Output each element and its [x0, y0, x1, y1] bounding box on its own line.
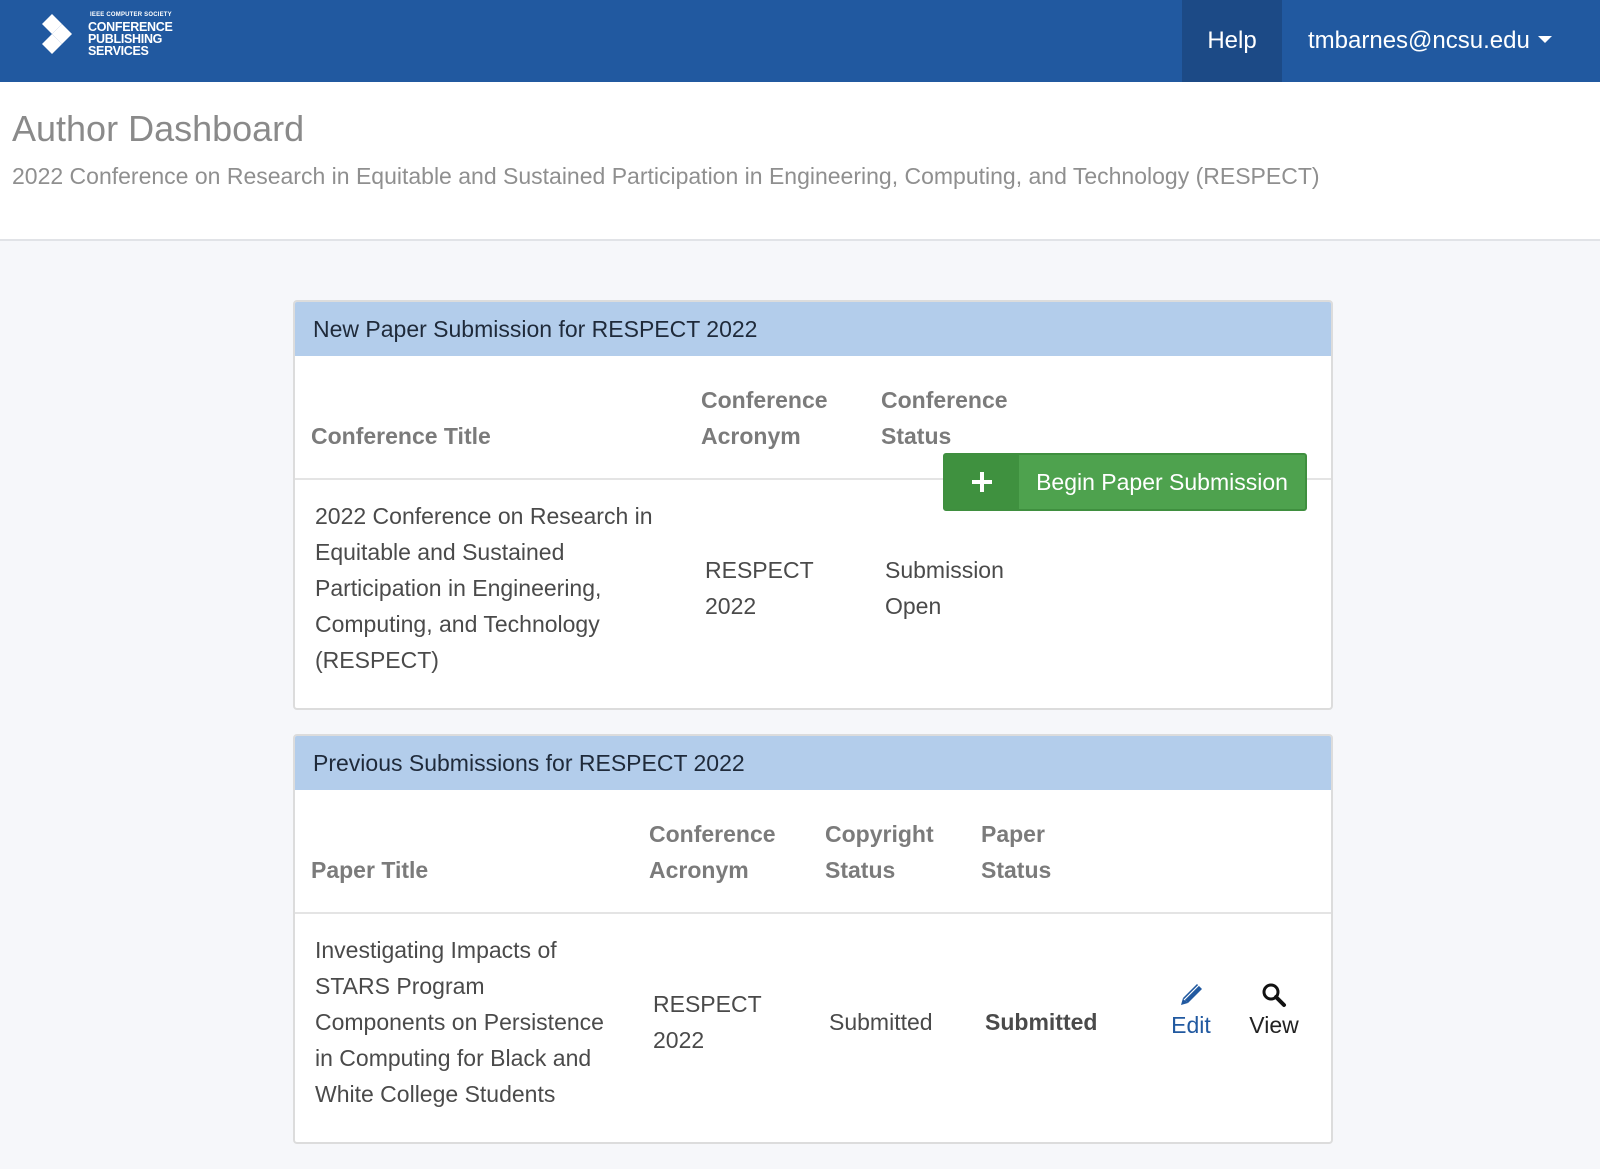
page-title: Author Dashboard — [12, 108, 305, 149]
top-navbar: IEEE COMPUTER SOCIETY CONFERENCE PUBLISH… — [0, 0, 1600, 82]
conference-title-line5: (RESPECT) — [315, 647, 439, 673]
col-header-acronym-line1: Conference — [649, 821, 776, 847]
header-divider — [295, 912, 1331, 914]
col-header-copyright-line1: Copyright — [825, 821, 934, 847]
help-link[interactable]: Help — [1182, 0, 1282, 82]
paper-status-value: Submitted — [985, 1009, 1098, 1035]
previous-submissions-card: Previous Submissions for RESPECT 2022 Pa… — [293, 734, 1333, 1144]
conference-acronym-line2: 2022 — [705, 593, 757, 619]
col-header-paper-title: Paper Title — [311, 857, 429, 883]
logo-society-text: IEEE COMPUTER SOCIETY — [90, 12, 172, 18]
conference-status-line2: Open — [885, 593, 942, 619]
col-header-conference-title: Conference Title — [311, 423, 491, 449]
caret-down-icon — [1537, 35, 1552, 43]
magnifier-icon — [1262, 983, 1286, 1007]
col-header-status-line2: Status — [881, 423, 952, 449]
edit-label: Edit — [1171, 1012, 1211, 1038]
cps-logo[interactable]: IEEE COMPUTER SOCIETY CONFERENCE PUBLISH… — [40, 10, 200, 60]
plus-icon — [945, 455, 1019, 509]
page-header: Author Dashboard 2022 Conference on Rese… — [0, 82, 1600, 241]
logo-line-3: SERVICES — [88, 44, 149, 58]
col-header-paper-status-line2: Status — [981, 857, 1052, 883]
paper-acronym-line2: 2022 — [653, 1027, 705, 1053]
user-email: tmbarnes@ncsu.edu — [1308, 27, 1530, 54]
conference-title-line3: Participation in Engineering, — [315, 575, 602, 601]
paper-title-line4: in Computing for Black and — [315, 1045, 592, 1071]
copyright-status-value: Submitted — [829, 1009, 933, 1035]
new-submission-heading: New Paper Submission for RESPECT 2022 — [295, 302, 1331, 356]
conference-subtitle: 2022 Conference on Research in Equitable… — [12, 163, 1320, 189]
col-header-copyright-line2: Status — [825, 857, 896, 883]
view-label: View — [1249, 1012, 1299, 1038]
col-header-paper-status-line1: Paper — [981, 821, 1045, 847]
diamond-logo-icon — [42, 14, 72, 54]
col-header-status-line1: Conference — [881, 387, 1008, 413]
paper-title-line1: Investigating Impacts of — [315, 937, 557, 963]
begin-submission-label: Begin Paper Submission — [1036, 468, 1288, 495]
paper-title-line5: White College Students — [315, 1081, 556, 1107]
paper-title-line3: Components on Persistence — [315, 1009, 604, 1035]
conference-title-line4: Computing, and Technology — [315, 611, 600, 637]
view-button[interactable]: View — [1239, 982, 1309, 1039]
begin-paper-submission-button[interactable]: Begin Paper Submission — [943, 453, 1307, 511]
conference-title-line1: 2022 Conference on Research in — [315, 503, 653, 529]
col-header-acronym-line1: Conference — [701, 387, 828, 413]
edit-button[interactable]: Edit — [1161, 982, 1221, 1039]
paper-acronym-line1: RESPECT — [653, 991, 762, 1017]
col-header-acronym-line2: Acronym — [649, 857, 749, 883]
conference-title-line2: Equitable and Sustained — [315, 539, 565, 565]
paper-title-line2: STARS Program — [315, 973, 485, 999]
user-menu-dropdown[interactable]: tmbarnes@ncsu.edu — [1308, 0, 1552, 82]
new-submission-card: New Paper Submission for RESPECT 2022 Co… — [293, 300, 1333, 710]
pencil-icon — [1181, 984, 1202, 1005]
col-header-acronym-line2: Acronym — [701, 423, 801, 449]
previous-submissions-heading: Previous Submissions for RESPECT 2022 — [295, 736, 1331, 790]
conference-acronym-line1: RESPECT — [705, 557, 814, 583]
conference-status-line1: Submission — [885, 557, 1004, 583]
